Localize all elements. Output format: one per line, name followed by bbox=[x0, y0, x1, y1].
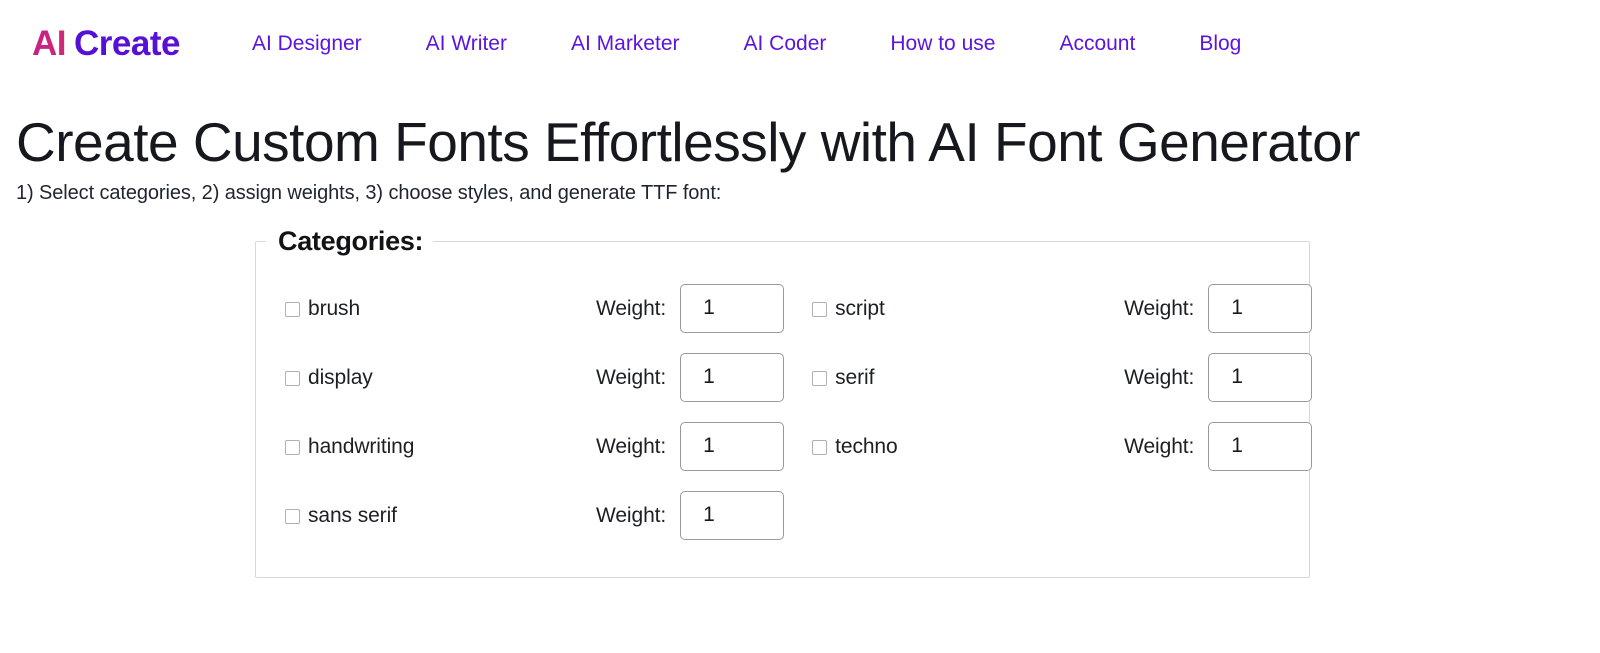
weight-group-brush: Weight: bbox=[596, 274, 785, 343]
nav-link-ai-designer[interactable]: AI Designer bbox=[250, 29, 364, 58]
site-header: AI Create AI Designer AI Writer AI Market… bbox=[0, 0, 1600, 86]
checkbox-handwriting[interactable] bbox=[285, 439, 300, 455]
brand-logo[interactable]: AI Create bbox=[32, 26, 180, 61]
grid-spacer-right-label bbox=[784, 481, 1124, 550]
categories-legend: Categories: bbox=[278, 225, 424, 256]
nav-link-blog[interactable]: Blog bbox=[1197, 29, 1243, 58]
category-row-display[interactable]: display bbox=[256, 343, 596, 412]
weight-group-handwriting: Weight: bbox=[596, 412, 785, 481]
nav-item-ai-writer[interactable]: AI Writer bbox=[394, 29, 539, 58]
weight-input-display[interactable] bbox=[680, 352, 785, 402]
weight-group-sans-serif: Weight: bbox=[596, 481, 785, 550]
nav-item-ai-coder[interactable]: AI Coder bbox=[712, 29, 859, 58]
nav-item-account[interactable]: Account bbox=[1027, 29, 1167, 58]
category-label-brush: brush bbox=[308, 296, 361, 320]
weight-input-brush[interactable] bbox=[680, 283, 785, 333]
page-title: Create Custom Fonts Effortlessly with AI… bbox=[16, 111, 1360, 173]
weight-input-techno[interactable] bbox=[1208, 421, 1313, 471]
brand-logo-ai: AI bbox=[32, 23, 67, 63]
weight-group-serif: Weight: bbox=[1124, 343, 1313, 412]
checkbox-script[interactable] bbox=[812, 301, 828, 317]
weight-input-serif[interactable] bbox=[1208, 352, 1313, 402]
nav-item-blog[interactable]: Blog bbox=[1167, 29, 1273, 58]
checkbox-techno[interactable] bbox=[812, 439, 828, 455]
checkbox-serif[interactable] bbox=[812, 370, 828, 386]
grid-spacer-right-weight bbox=[1124, 481, 1312, 550]
weight-group-display: Weight: bbox=[596, 343, 785, 412]
weight-label-techno: Weight: bbox=[1124, 434, 1195, 458]
weight-label-sans-serif: Weight: bbox=[596, 503, 667, 527]
weight-input-handwriting[interactable] bbox=[680, 421, 785, 471]
category-label-script: script bbox=[835, 296, 885, 320]
category-label-techno: techno bbox=[835, 434, 898, 458]
weight-label-script: Weight: bbox=[1124, 296, 1195, 320]
weight-input-sans-serif[interactable] bbox=[680, 490, 785, 540]
category-label-serif: serif bbox=[835, 365, 875, 389]
page-subtitle: 1) Select categories, 2) assign weights,… bbox=[16, 181, 722, 204]
brand-logo-create: Create bbox=[74, 23, 180, 63]
weight-group-script: Weight: bbox=[1124, 274, 1313, 343]
hero-section: Create Custom Fonts Effortlessly with AI… bbox=[0, 86, 1600, 205]
category-row-techno[interactable]: techno bbox=[784, 412, 1124, 481]
nav-link-ai-writer[interactable]: AI Writer bbox=[424, 29, 509, 58]
category-row-sans-serif[interactable]: sans serif bbox=[256, 481, 596, 550]
category-row-handwriting[interactable]: handwriting bbox=[256, 412, 596, 481]
category-row-brush[interactable]: brush bbox=[256, 274, 596, 343]
weight-label-display: Weight: bbox=[596, 365, 667, 389]
weight-input-script[interactable] bbox=[1208, 283, 1313, 333]
checkbox-display[interactable] bbox=[285, 370, 300, 386]
nav-link-account[interactable]: Account bbox=[1057, 29, 1137, 58]
category-label-handwriting: handwriting bbox=[308, 434, 415, 458]
nav-link-how-to-use[interactable]: How to use bbox=[888, 29, 997, 58]
nav-item-ai-designer[interactable]: AI Designer bbox=[220, 29, 394, 58]
categories-grid: brush Weight: script Weight: display Wei… bbox=[256, 257, 1313, 550]
main-navigation: AI Designer AI Writer AI Marketer AI Cod… bbox=[220, 29, 1273, 58]
weight-label-serif: Weight: bbox=[1124, 365, 1195, 389]
category-row-script[interactable]: script bbox=[784, 274, 1124, 343]
category-label-sans-serif: sans serif bbox=[308, 503, 397, 527]
nav-item-how-to-use[interactable]: How to use bbox=[858, 29, 1027, 58]
category-row-serif[interactable]: serif bbox=[784, 343, 1124, 412]
categories-section: Categories: brush Weight: script Weight: bbox=[0, 225, 1600, 578]
checkbox-brush[interactable] bbox=[285, 301, 300, 317]
weight-label-handwriting: Weight: bbox=[596, 434, 667, 458]
weight-label-brush: Weight: bbox=[596, 296, 667, 320]
nav-item-ai-marketer[interactable]: AI Marketer bbox=[539, 29, 712, 58]
checkbox-sans-serif[interactable] bbox=[285, 508, 300, 524]
nav-link-ai-marketer[interactable]: AI Marketer bbox=[569, 29, 682, 58]
weight-group-techno: Weight: bbox=[1124, 412, 1313, 481]
category-label-display: display bbox=[308, 365, 373, 389]
categories-fieldset: Categories: brush Weight: script Weight: bbox=[255, 225, 1313, 578]
nav-link-ai-coder[interactable]: AI Coder bbox=[742, 29, 829, 58]
